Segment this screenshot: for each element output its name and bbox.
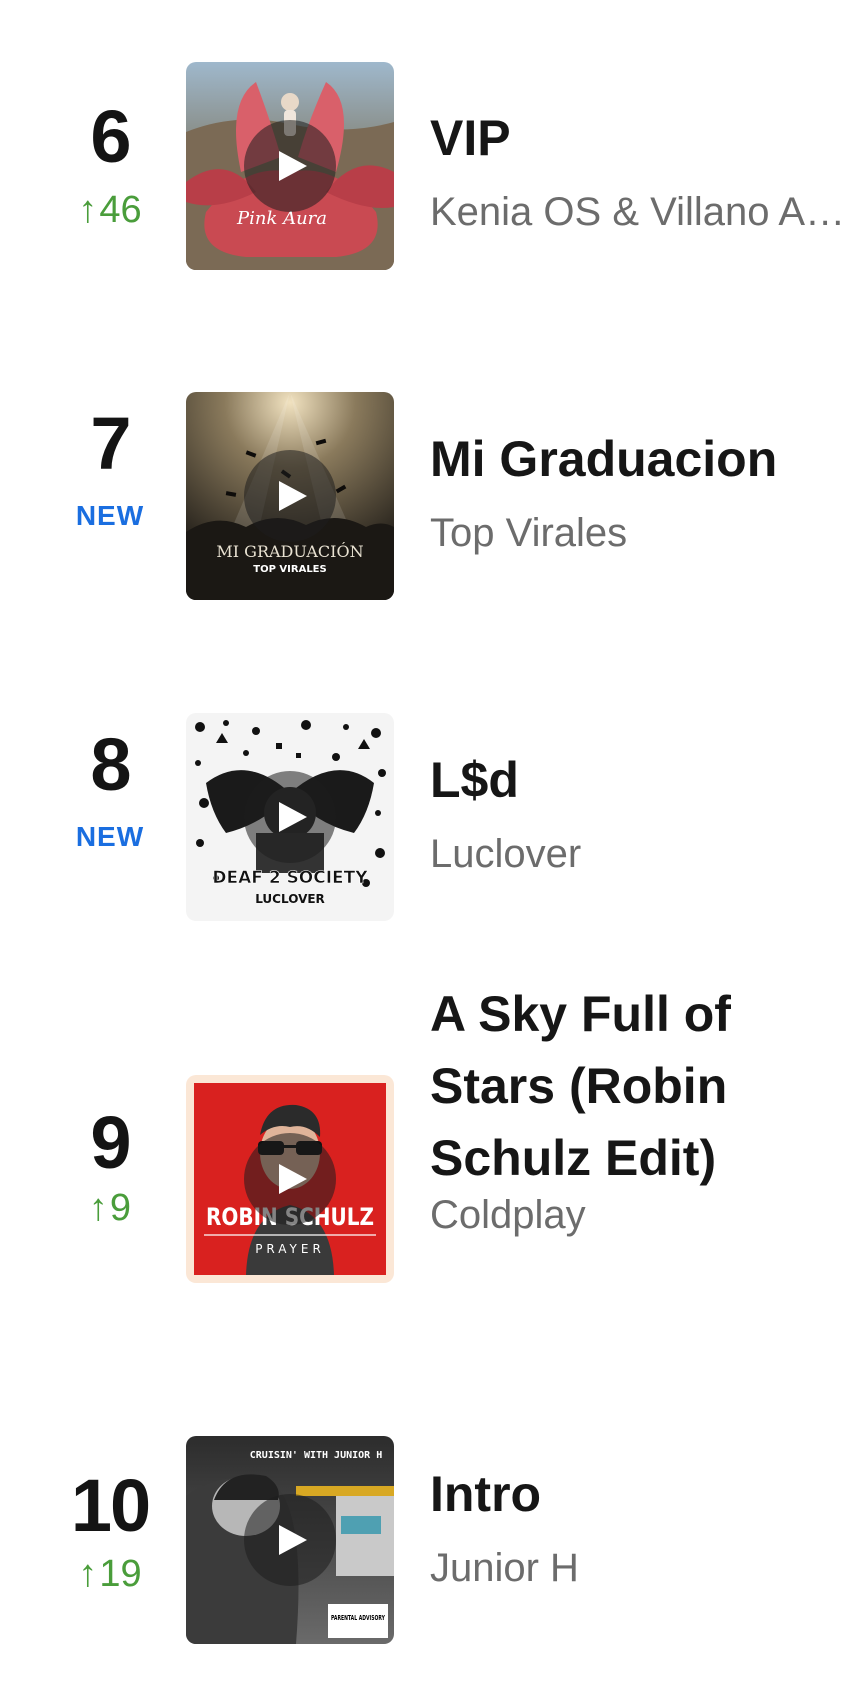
rank-change-new: NEW (75, 500, 145, 531)
svg-text:CRUISIN' WITH JUNIOR H: CRUISIN' WITH JUNIOR H (250, 1450, 382, 1461)
play-icon (279, 151, 307, 181)
play-button[interactable] (244, 1133, 336, 1225)
rank-number: 8 (90, 723, 131, 806)
play-button[interactable] (244, 771, 336, 863)
song-title[interactable]: Mi Graduacion (430, 423, 860, 495)
rank-number: 9 (90, 1101, 131, 1184)
svg-text:PARENTAL ADVISORY: PARENTAL ADVISORY (331, 1614, 386, 1622)
svg-text:TOP VIRALES: TOP VIRALES (253, 564, 326, 575)
rank-change-value: 19 (99, 1553, 142, 1595)
album-artwork[interactable]: Pink Aura (186, 62, 394, 270)
svg-text:PRAYER: PRAYER (255, 1242, 325, 1256)
song-title[interactable]: L$d (430, 744, 860, 816)
list-item[interactable]: 8 NEW DEAF 2 SOCIETY LUCLOVER L$d Luclov… (0, 640, 865, 940)
play-button[interactable] (244, 1494, 336, 1586)
play-icon (279, 1164, 307, 1194)
arrow-up-icon: ↑ (88, 1187, 108, 1229)
list-item[interactable]: 10 ↑19 CRUISIN' WITH JUNIOR H PARENTAL A… (0, 1400, 865, 1683)
svg-text:LUCLOVER: LUCLOVER (255, 892, 325, 906)
artist-name[interactable]: Luclover (430, 829, 858, 879)
play-button[interactable] (244, 120, 336, 212)
list-item[interactable]: 9 ↑9 ROBIN SCHULZ PRAYER A Sky Full of S… (0, 986, 865, 1320)
list-item[interactable]: 6 ↑46 Pink Aura VIP Kenia OS & Villano A… (0, 0, 865, 300)
play-icon (279, 481, 307, 511)
song-title[interactable]: A Sky Full of Stars (Robin Schulz Edit) (430, 978, 860, 1194)
svg-text:DEAF 2 SOCIETY: DEAF 2 SOCIETY (212, 868, 368, 888)
rank-change-value: 9 (109, 1187, 132, 1229)
play-icon (279, 1525, 307, 1555)
rank-number: 10 (70, 1464, 151, 1547)
album-artwork[interactable]: ROBIN SCHULZ PRAYER (186, 1075, 394, 1283)
rank-change-up: ↑19 (40, 1554, 180, 1594)
arrow-up-icon: ↑ (78, 189, 98, 231)
artist-name[interactable]: Coldplay (430, 1190, 858, 1240)
rank-number: 7 (90, 402, 131, 485)
list-item[interactable]: 7 NEW MI GRADUACIÓN TOP VIRALES Mi Gradu… (0, 320, 865, 620)
rank-change-up: ↑46 (40, 190, 180, 230)
rank-change-up: ↑9 (40, 1188, 180, 1228)
rank-change-new: NEW (75, 821, 145, 852)
artist-name[interactable]: Top Virales (430, 508, 858, 558)
arrow-up-icon: ↑ (78, 1553, 98, 1595)
song-title[interactable]: Intro (430, 1458, 860, 1530)
rank-number: 6 (90, 95, 131, 178)
play-button[interactable] (244, 450, 336, 542)
artist-name[interactable]: Kenia OS & Villano Antillano (430, 187, 858, 237)
song-title[interactable]: VIP (430, 102, 860, 174)
artist-name[interactable]: Junior H (430, 1543, 858, 1593)
rank-change-value: 46 (99, 189, 142, 231)
chart-list: 6 ↑46 Pink Aura VIP Kenia OS & Villano A… (0, 0, 865, 1683)
album-artwork[interactable]: DEAF 2 SOCIETY LUCLOVER (186, 713, 394, 921)
album-artwork[interactable]: MI GRADUACIÓN TOP VIRALES (186, 392, 394, 600)
play-icon (279, 802, 307, 832)
svg-text:MI GRADUACIÓN: MI GRADUACIÓN (216, 541, 363, 561)
album-artwork[interactable]: CRUISIN' WITH JUNIOR H PARENTAL ADVISORY (186, 1436, 394, 1644)
